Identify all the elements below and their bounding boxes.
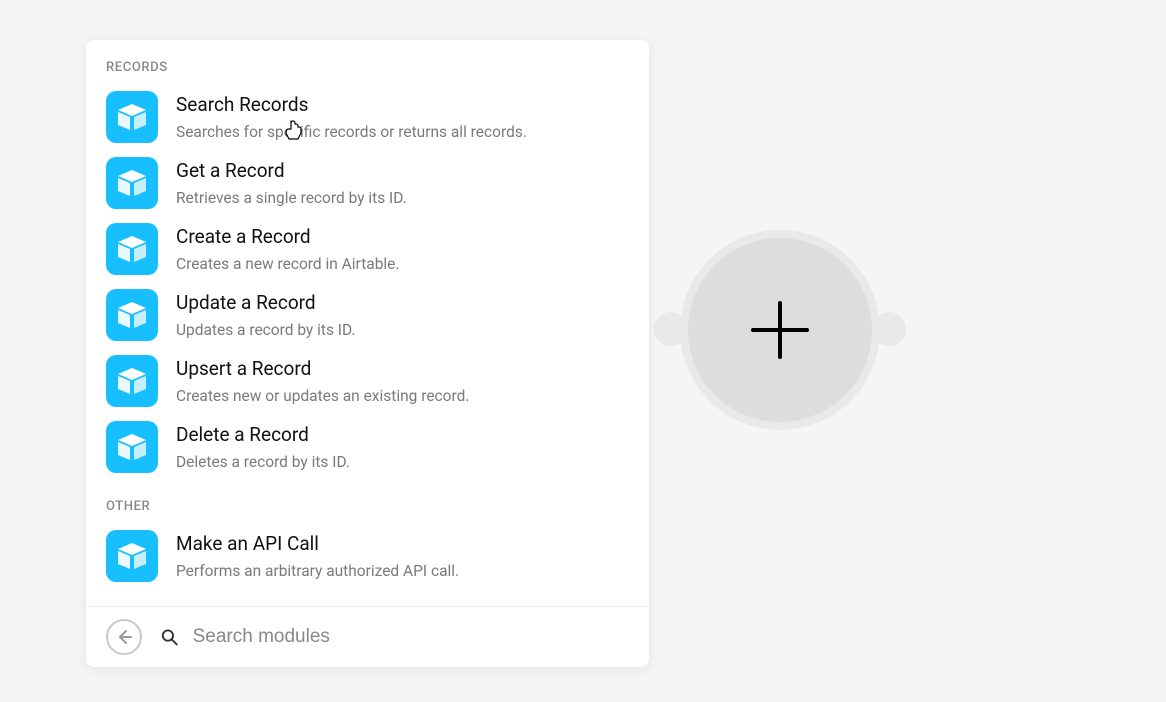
section-other: OTHER Make an API Call Performs an arbit…: [106, 499, 629, 592]
section-header: RECORDS: [106, 60, 629, 75]
airtable-icon: [106, 289, 158, 341]
module-title: Upsert a Record: [176, 357, 469, 382]
module-desc: Searches for specific records or returns…: [176, 122, 527, 142]
search-input[interactable]: [193, 626, 629, 648]
module-get-record[interactable]: Get a Record Retrieves a single record b…: [106, 153, 629, 219]
airtable-icon: [106, 530, 158, 582]
module-title: Get a Record: [176, 159, 407, 184]
arrow-left-icon: [115, 628, 133, 646]
search-wrapper: [160, 626, 629, 648]
search-icon: [160, 627, 179, 647]
module-title: Create a Record: [176, 225, 399, 250]
module-title: Update a Record: [176, 291, 356, 316]
module-search-records[interactable]: Search Records Searches for specific rec…: [106, 87, 629, 153]
airtable-icon: [106, 355, 158, 407]
module-desc: Creates new or updates an existing recor…: [176, 386, 469, 406]
module-upsert-record[interactable]: Upsert a Record Creates new or updates a…: [106, 351, 629, 417]
module-make-api-call[interactable]: Make an API Call Performs an arbitrary a…: [106, 526, 629, 592]
back-button[interactable]: [106, 619, 142, 655]
airtable-icon: [106, 421, 158, 473]
section-records: RECORDS Search Records Searches for spec…: [106, 60, 629, 483]
airtable-icon: [106, 157, 158, 209]
airtable-icon: [106, 91, 158, 143]
module-list: RECORDS Search Records Searches for spec…: [86, 40, 649, 606]
picker-footer: [86, 606, 649, 667]
airtable-icon: [106, 223, 158, 275]
module-desc: Retrieves a single record by its ID.: [176, 188, 407, 208]
module-picker: RECORDS Search Records Searches for spec…: [86, 40, 649, 667]
add-module-button[interactable]: [680, 230, 880, 430]
module-desc: Performs an arbitrary authorized API cal…: [176, 561, 459, 581]
module-title: Search Records: [176, 93, 527, 118]
module-delete-record[interactable]: Delete a Record Deletes a record by its …: [106, 417, 629, 483]
plus-icon: [747, 297, 813, 363]
module-desc: Creates a new record in Airtable.: [176, 254, 399, 274]
module-title: Make an API Call: [176, 532, 459, 557]
module-update-record[interactable]: Update a Record Updates a record by its …: [106, 285, 629, 351]
module-desc: Updates a record by its ID.: [176, 320, 356, 340]
canvas-add-node: [660, 230, 900, 470]
module-desc: Deletes a record by its ID.: [176, 452, 350, 472]
section-header: OTHER: [106, 499, 629, 514]
module-title: Delete a Record: [176, 423, 350, 448]
module-create-record[interactable]: Create a Record Creates a new record in …: [106, 219, 629, 285]
